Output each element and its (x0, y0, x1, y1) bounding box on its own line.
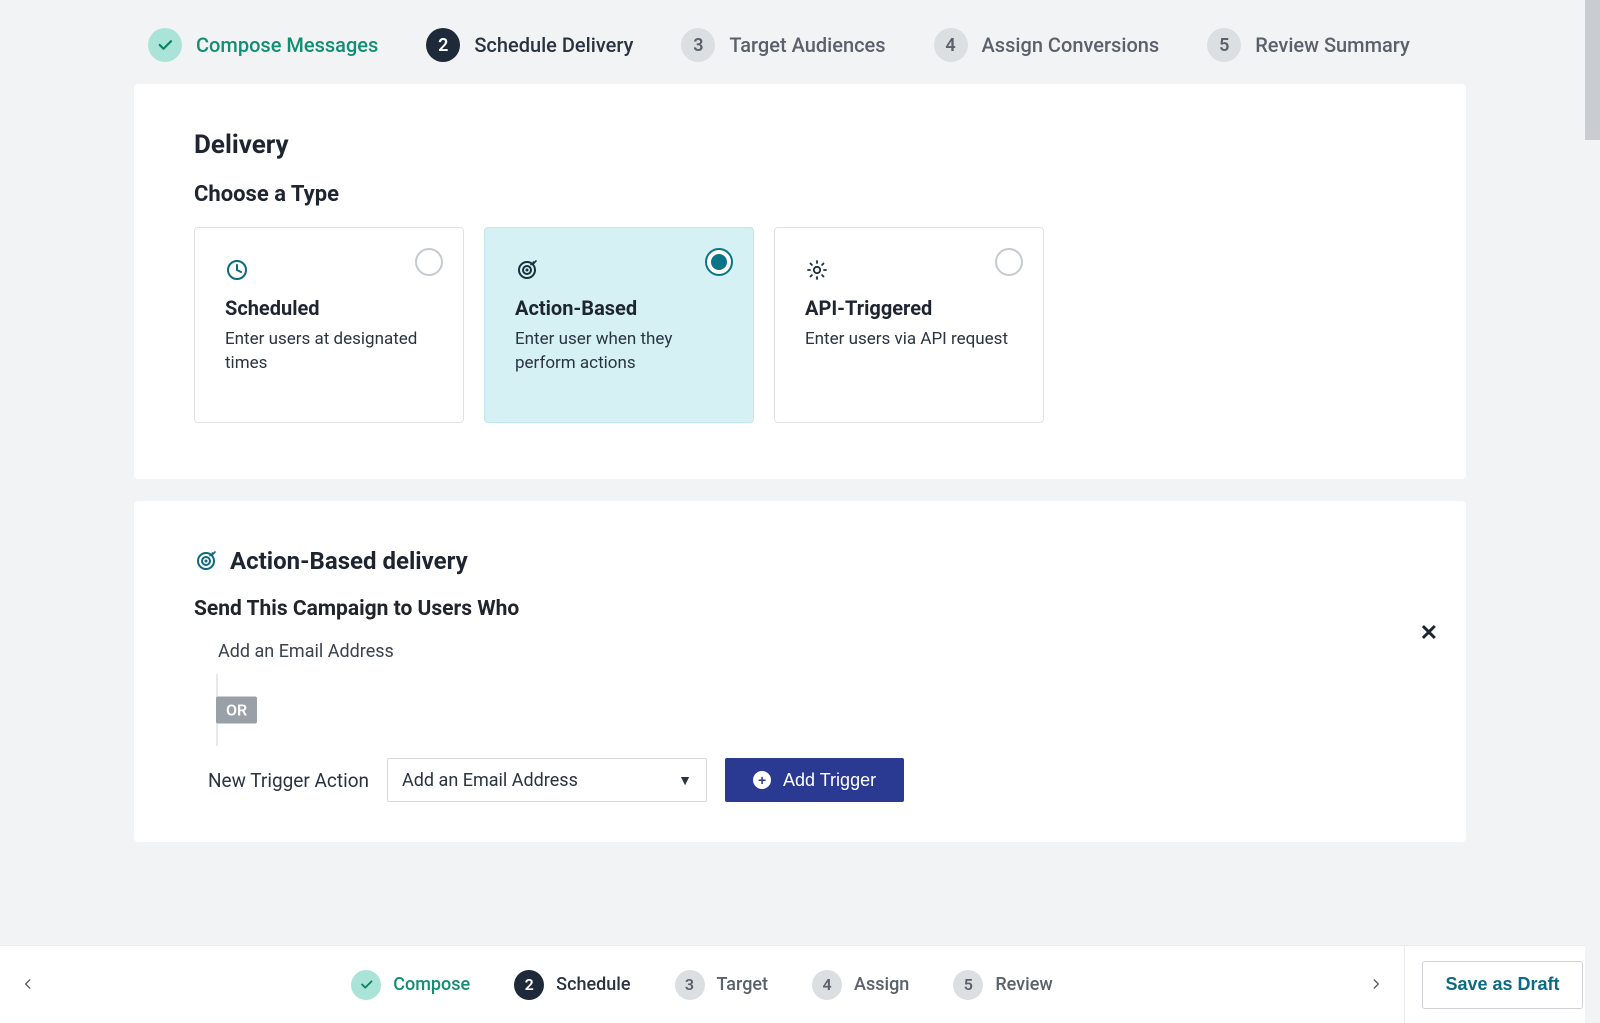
chevron-right-icon (1369, 972, 1383, 997)
bstep-number: 5 (953, 970, 983, 1000)
or-chip: OR (216, 697, 257, 724)
step-schedule[interactable]: 2 Schedule Delivery (426, 28, 633, 62)
action-based-card: Action-Based delivery Send This Campaign… (134, 501, 1466, 842)
close-icon: ✕ (1420, 621, 1438, 646)
bottom-bar: Compose 2 Schedule 3 Target 4 Assign 5 R… (0, 945, 1404, 1023)
type-desc: Enter users via API request (805, 328, 1019, 352)
bstep-compose[interactable]: Compose (351, 970, 470, 1000)
new-trigger-row: New Trigger Action Add an Email Address … (208, 758, 1406, 802)
bstep-label: Review (995, 974, 1052, 995)
choose-type-label: Choose a Type (194, 182, 1406, 207)
bstep-label: Compose (393, 974, 470, 995)
save-draft-wrap: Save as Draft (1404, 945, 1600, 1023)
scrollbar-track[interactable] (1585, 0, 1600, 1023)
type-option-action-based[interactable]: Action-Based Enter user when they perfor… (484, 227, 754, 423)
add-trigger-button[interactable]: + Add Trigger (725, 758, 904, 802)
step-label: Review Summary (1255, 33, 1410, 57)
existing-trigger: Add an Email Address (218, 641, 1406, 662)
new-trigger-label: New Trigger Action (208, 769, 369, 792)
plus-icon: + (753, 771, 771, 789)
radio-unselected-icon[interactable] (995, 248, 1023, 276)
top-stepper: Compose Messages 2 Schedule Delivery 3 T… (0, 0, 1600, 62)
bstep-target[interactable]: 3 Target (675, 970, 769, 1000)
step-number: 3 (681, 28, 715, 62)
ab-title: Action-Based delivery (230, 547, 468, 575)
check-icon (351, 970, 381, 1000)
gear-icon (805, 258, 829, 282)
step-number: 2 (426, 28, 460, 62)
chevron-down-icon: ▼ (678, 772, 692, 789)
bstep-label: Schedule (556, 974, 630, 995)
bstep-number: 3 (675, 970, 705, 1000)
prev-step-button[interactable] (0, 972, 56, 997)
target-icon (515, 258, 539, 282)
select-value: Add an Email Address (402, 770, 578, 791)
add-trigger-label: Add Trigger (783, 770, 876, 791)
radio-unselected-icon[interactable] (415, 248, 443, 276)
type-option-scheduled[interactable]: Scheduled Enter users at designated time… (194, 227, 464, 423)
or-separator: OR (216, 674, 1406, 746)
bstep-assign[interactable]: 4 Assign (812, 970, 909, 1000)
type-desc: Enter users at designated times (225, 328, 439, 376)
step-label: Schedule Delivery (474, 33, 633, 57)
step-number: 4 (934, 28, 968, 62)
bottom-steps: Compose 2 Schedule 3 Target 4 Assign 5 R… (56, 970, 1348, 1000)
type-title: Scheduled (225, 296, 439, 320)
step-number: 5 (1207, 28, 1241, 62)
radio-selected-icon[interactable] (705, 248, 733, 276)
type-title: API-Triggered (805, 296, 1019, 320)
ab-header: Action-Based delivery (194, 547, 1406, 575)
bstep-label: Assign (854, 974, 909, 995)
save-as-draft-button[interactable]: Save as Draft (1422, 961, 1582, 1009)
bstep-number: 4 (812, 970, 842, 1000)
bstep-review[interactable]: 5 Review (953, 970, 1052, 1000)
chevron-left-icon (21, 972, 35, 997)
delivery-title: Delivery (194, 130, 1406, 160)
next-step-button[interactable] (1348, 972, 1404, 997)
step-target[interactable]: 3 Target Audiences (681, 28, 885, 62)
bstep-schedule[interactable]: 2 Schedule (514, 970, 630, 1000)
send-to-label: Send This Campaign to Users Who (194, 597, 1406, 621)
type-title: Action-Based (515, 296, 729, 320)
check-icon (148, 28, 182, 62)
step-compose[interactable]: Compose Messages (148, 28, 378, 62)
bstep-label: Target (717, 974, 769, 995)
step-label: Compose Messages (196, 33, 378, 57)
trigger-action-select[interactable]: Add an Email Address ▼ (387, 758, 707, 802)
target-icon (194, 549, 218, 573)
delivery-card: Delivery Choose a Type Scheduled Enter u… (134, 84, 1466, 479)
step-assign[interactable]: 4 Assign Conversions (934, 28, 1160, 62)
remove-trigger-button[interactable]: ✕ (1420, 621, 1438, 646)
type-option-api-triggered[interactable]: API-Triggered Enter users via API reques… (774, 227, 1044, 423)
type-desc: Enter user when they perform actions (515, 328, 729, 376)
scrollbar-thumb[interactable] (1585, 0, 1600, 140)
bstep-number: 2 (514, 970, 544, 1000)
step-review[interactable]: 5 Review Summary (1207, 28, 1410, 62)
step-label: Target Audiences (729, 33, 885, 57)
clock-icon (225, 258, 249, 282)
step-label: Assign Conversions (982, 33, 1160, 57)
type-options: Scheduled Enter users at designated time… (194, 227, 1406, 423)
